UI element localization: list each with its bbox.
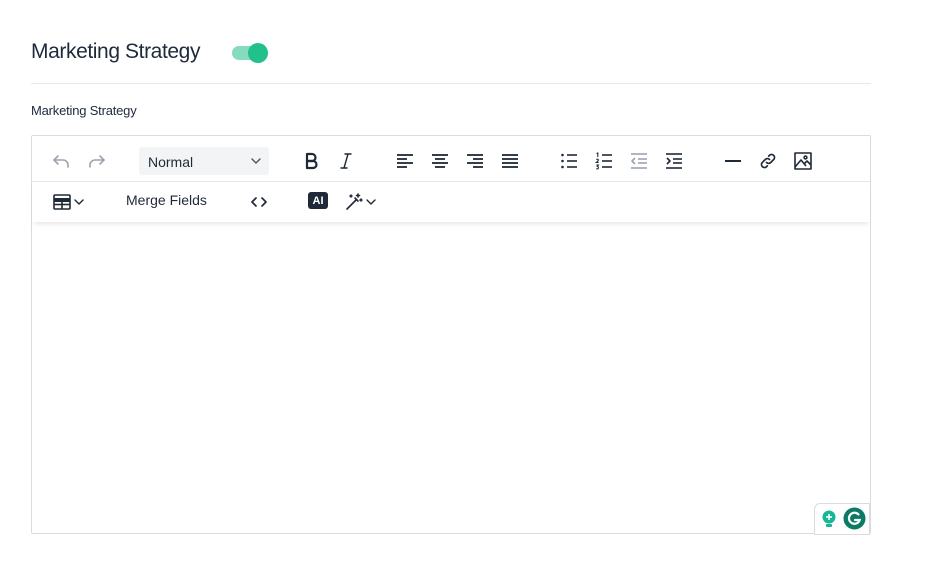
bold-icon[interactable] xyxy=(298,148,324,174)
field-label: Marketing Strategy xyxy=(31,103,137,118)
grammarly-icon[interactable] xyxy=(843,507,866,535)
paragraph-style-value: Normal xyxy=(148,154,194,170)
ai-button[interactable]: AI xyxy=(308,192,328,209)
toolbar-row-1: Normal xyxy=(32,136,870,182)
redo-icon[interactable] xyxy=(84,148,110,174)
italic-icon[interactable] xyxy=(333,148,359,174)
code-icon[interactable] xyxy=(246,189,272,215)
toolbar-row-2: Merge Fields AI xyxy=(32,182,870,222)
table-icon xyxy=(52,192,72,212)
paragraph-style-select[interactable]: Normal xyxy=(139,147,269,175)
indent-icon[interactable] xyxy=(661,148,687,174)
outdent-icon[interactable] xyxy=(626,148,652,174)
horizontal-rule-icon[interactable] xyxy=(720,148,746,174)
section-header: Marketing Strategy xyxy=(31,36,871,84)
image-icon[interactable] xyxy=(790,148,816,174)
undo-icon[interactable] xyxy=(48,148,74,174)
chevron-down-icon xyxy=(72,195,86,209)
editor-content-area[interactable] xyxy=(32,223,870,531)
merge-fields-button[interactable]: Merge Fields xyxy=(126,192,207,208)
numbered-list-icon[interactable] xyxy=(591,148,617,174)
chevron-down-icon xyxy=(249,154,263,173)
align-justify-icon[interactable] xyxy=(497,148,523,174)
align-left-icon[interactable] xyxy=(392,148,418,174)
align-center-icon[interactable] xyxy=(427,148,453,174)
magic-wand-dropdown-button[interactable] xyxy=(341,189,381,215)
lightbulb-icon[interactable] xyxy=(820,509,838,534)
rich-text-editor: Normal Merge Fields AI xyxy=(31,135,871,535)
link-icon[interactable] xyxy=(755,148,781,174)
grammarly-widget[interactable] xyxy=(814,503,870,535)
magic-wand-icon xyxy=(344,192,364,212)
table-dropdown-button[interactable] xyxy=(49,189,89,215)
section-title: Marketing Strategy xyxy=(31,40,201,63)
toggle-knob xyxy=(248,43,268,63)
align-right-icon[interactable] xyxy=(462,148,488,174)
section-toggle[interactable] xyxy=(232,42,270,64)
bullet-list-icon[interactable] xyxy=(556,148,582,174)
chevron-down-icon xyxy=(364,195,378,209)
